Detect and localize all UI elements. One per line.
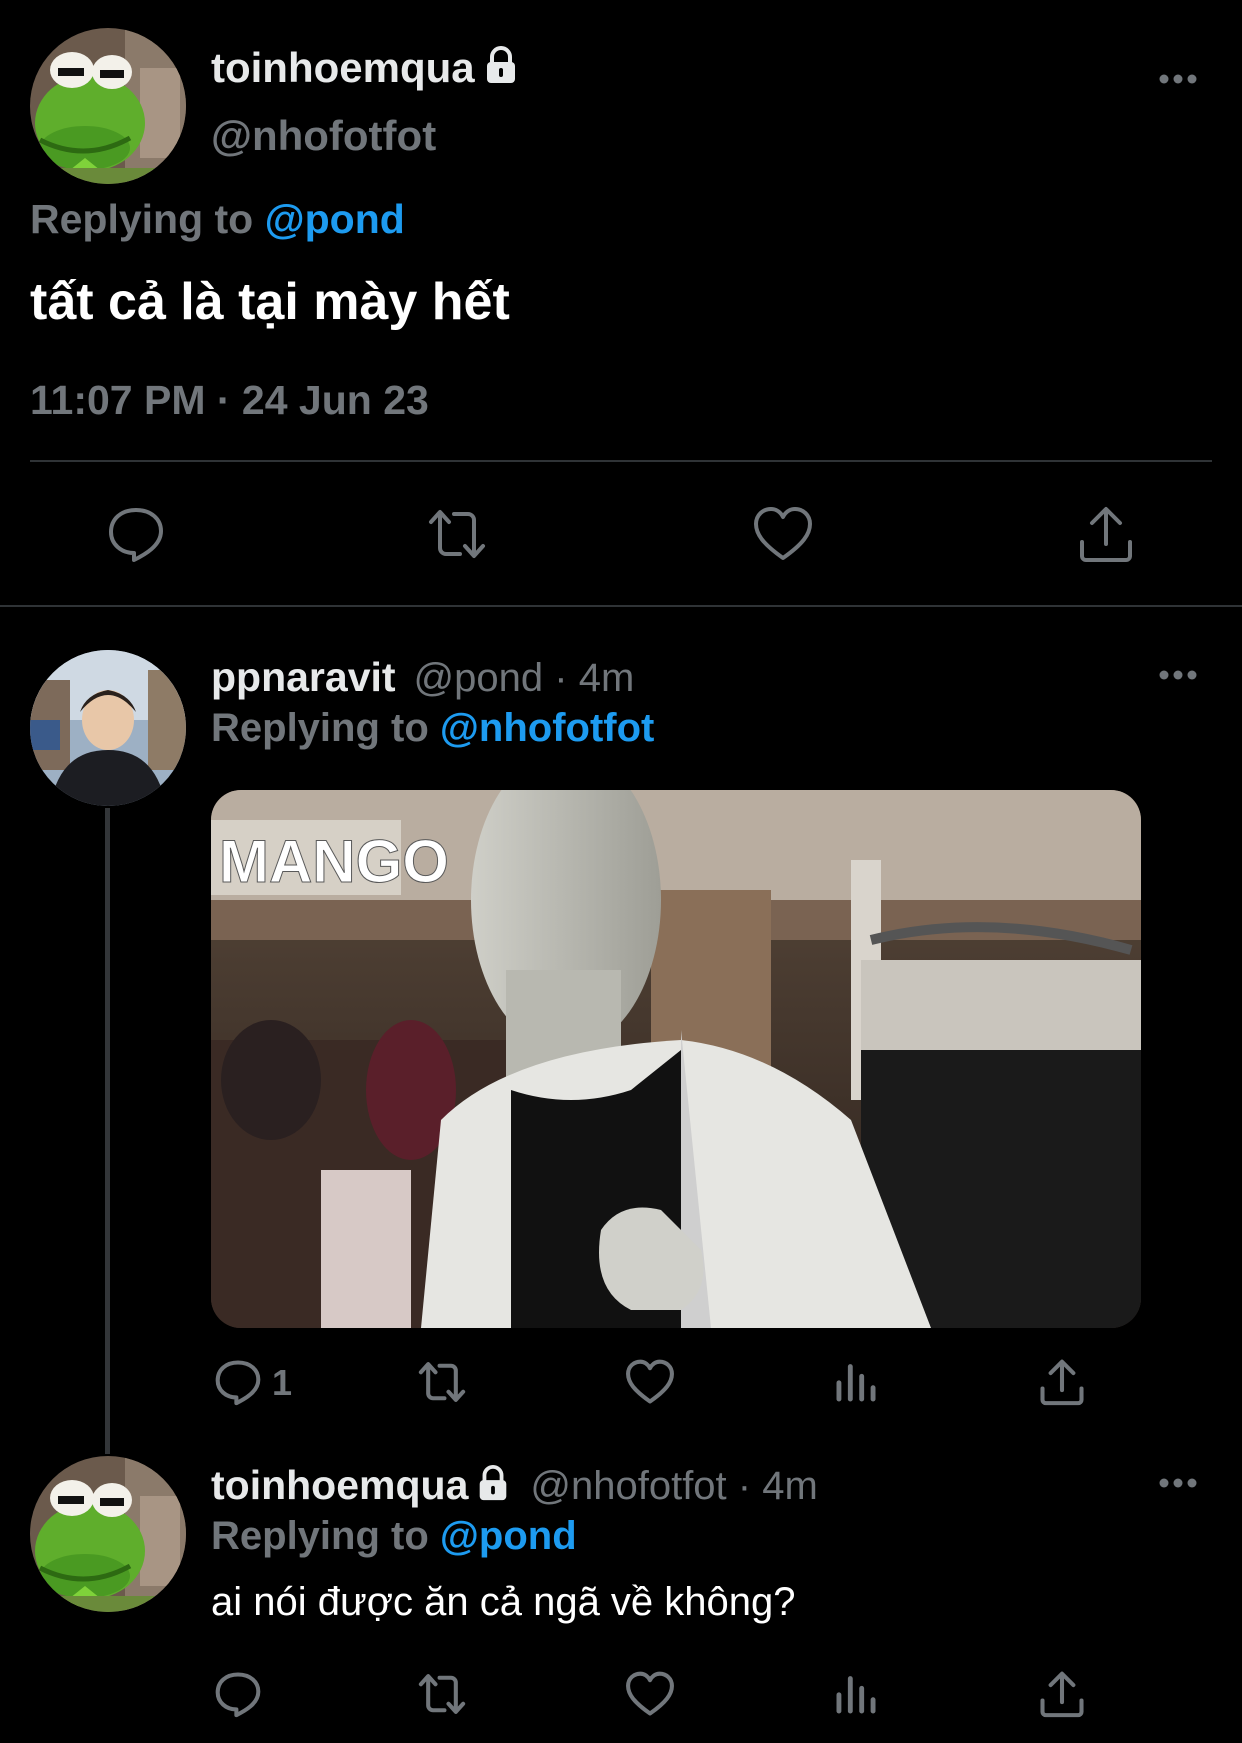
kermit-frog-avatar <box>30 1456 186 1612</box>
like-icon[interactable] <box>624 1356 676 1408</box>
handle[interactable]: @pond <box>414 656 544 700</box>
reply-icon[interactable] <box>212 1668 264 1720</box>
retweet-icon[interactable] <box>416 1668 468 1720</box>
mannequin-photo: MANGO <box>211 790 1141 1328</box>
tweet-text: tất cả là tại mày hết <box>30 273 510 331</box>
tweet-thread-screen: toinhoemqua @nhofotfot Replying to @pond… <box>0 0 1242 1743</box>
handle[interactable]: @nhofotfot <box>530 1464 726 1508</box>
reply-count: 1 <box>272 1362 293 1403</box>
tweet-time[interactable]: · 4m <box>554 656 634 700</box>
reply-icon[interactable] <box>212 1356 264 1408</box>
kermit-frog-avatar <box>30 28 186 184</box>
lock-icon <box>486 46 515 83</box>
person-photo-avatar <box>30 650 186 806</box>
focused-tweet: toinhoemqua @nhofotfot Replying to @pond… <box>0 0 1242 608</box>
mention-link[interactable]: @pond <box>440 1514 577 1558</box>
like-icon[interactable] <box>624 1668 676 1720</box>
more-options-icon[interactable] <box>1158 668 1198 682</box>
avatar[interactable] <box>30 650 186 806</box>
share-icon[interactable] <box>1036 1668 1088 1720</box>
mention-link[interactable]: @pond <box>265 196 405 242</box>
tweet-text: ai nói được ăn cả ngã về không? <box>211 1580 796 1624</box>
reply-icon[interactable] <box>104 502 168 566</box>
tweet-time[interactable]: · 4m <box>738 1464 818 1508</box>
tweet-header: toinhoemqua @nhofotfot · 4m <box>211 1462 818 1509</box>
share-icon[interactable] <box>1074 502 1138 566</box>
store-sign-text: MANGO <box>219 828 449 895</box>
like-icon[interactable] <box>751 502 815 566</box>
thread-connector-line <box>105 808 110 1454</box>
tweet-timestamp[interactable]: 11:07 PM · 24 Jun 23 <box>30 377 429 424</box>
replying-to-line: Replying to @pond <box>30 196 405 242</box>
tweet-header: ppnaravit @pond · 4m <box>211 654 634 701</box>
more-options-icon[interactable] <box>1158 72 1198 86</box>
display-name[interactable]: toinhoemqua <box>211 1462 512 1508</box>
more-options-icon[interactable] <box>1158 1476 1198 1490</box>
share-icon[interactable] <box>1036 1356 1088 1408</box>
divider <box>0 605 1242 607</box>
display-name[interactable]: toinhoemqua <box>211 44 521 92</box>
replying-to-line: Replying to @pond <box>211 1514 577 1558</box>
retweet-icon[interactable] <box>425 502 489 566</box>
avatar[interactable] <box>30 1456 186 1612</box>
lock-icon <box>480 1464 507 1501</box>
avatar[interactable] <box>30 28 186 184</box>
replying-to-line: Replying to @nhofotfot <box>211 706 655 750</box>
views-icon[interactable] <box>830 1356 882 1408</box>
views-icon[interactable] <box>830 1668 882 1720</box>
mention-link[interactable]: @nhofotfot <box>440 706 654 750</box>
tweet-media-image[interactable]: MANGO <box>211 790 1141 1328</box>
retweet-icon[interactable] <box>416 1356 468 1408</box>
handle[interactable]: @nhofotfot <box>211 112 436 160</box>
display-name[interactable]: ppnaravit <box>211 654 396 700</box>
divider <box>30 460 1212 462</box>
